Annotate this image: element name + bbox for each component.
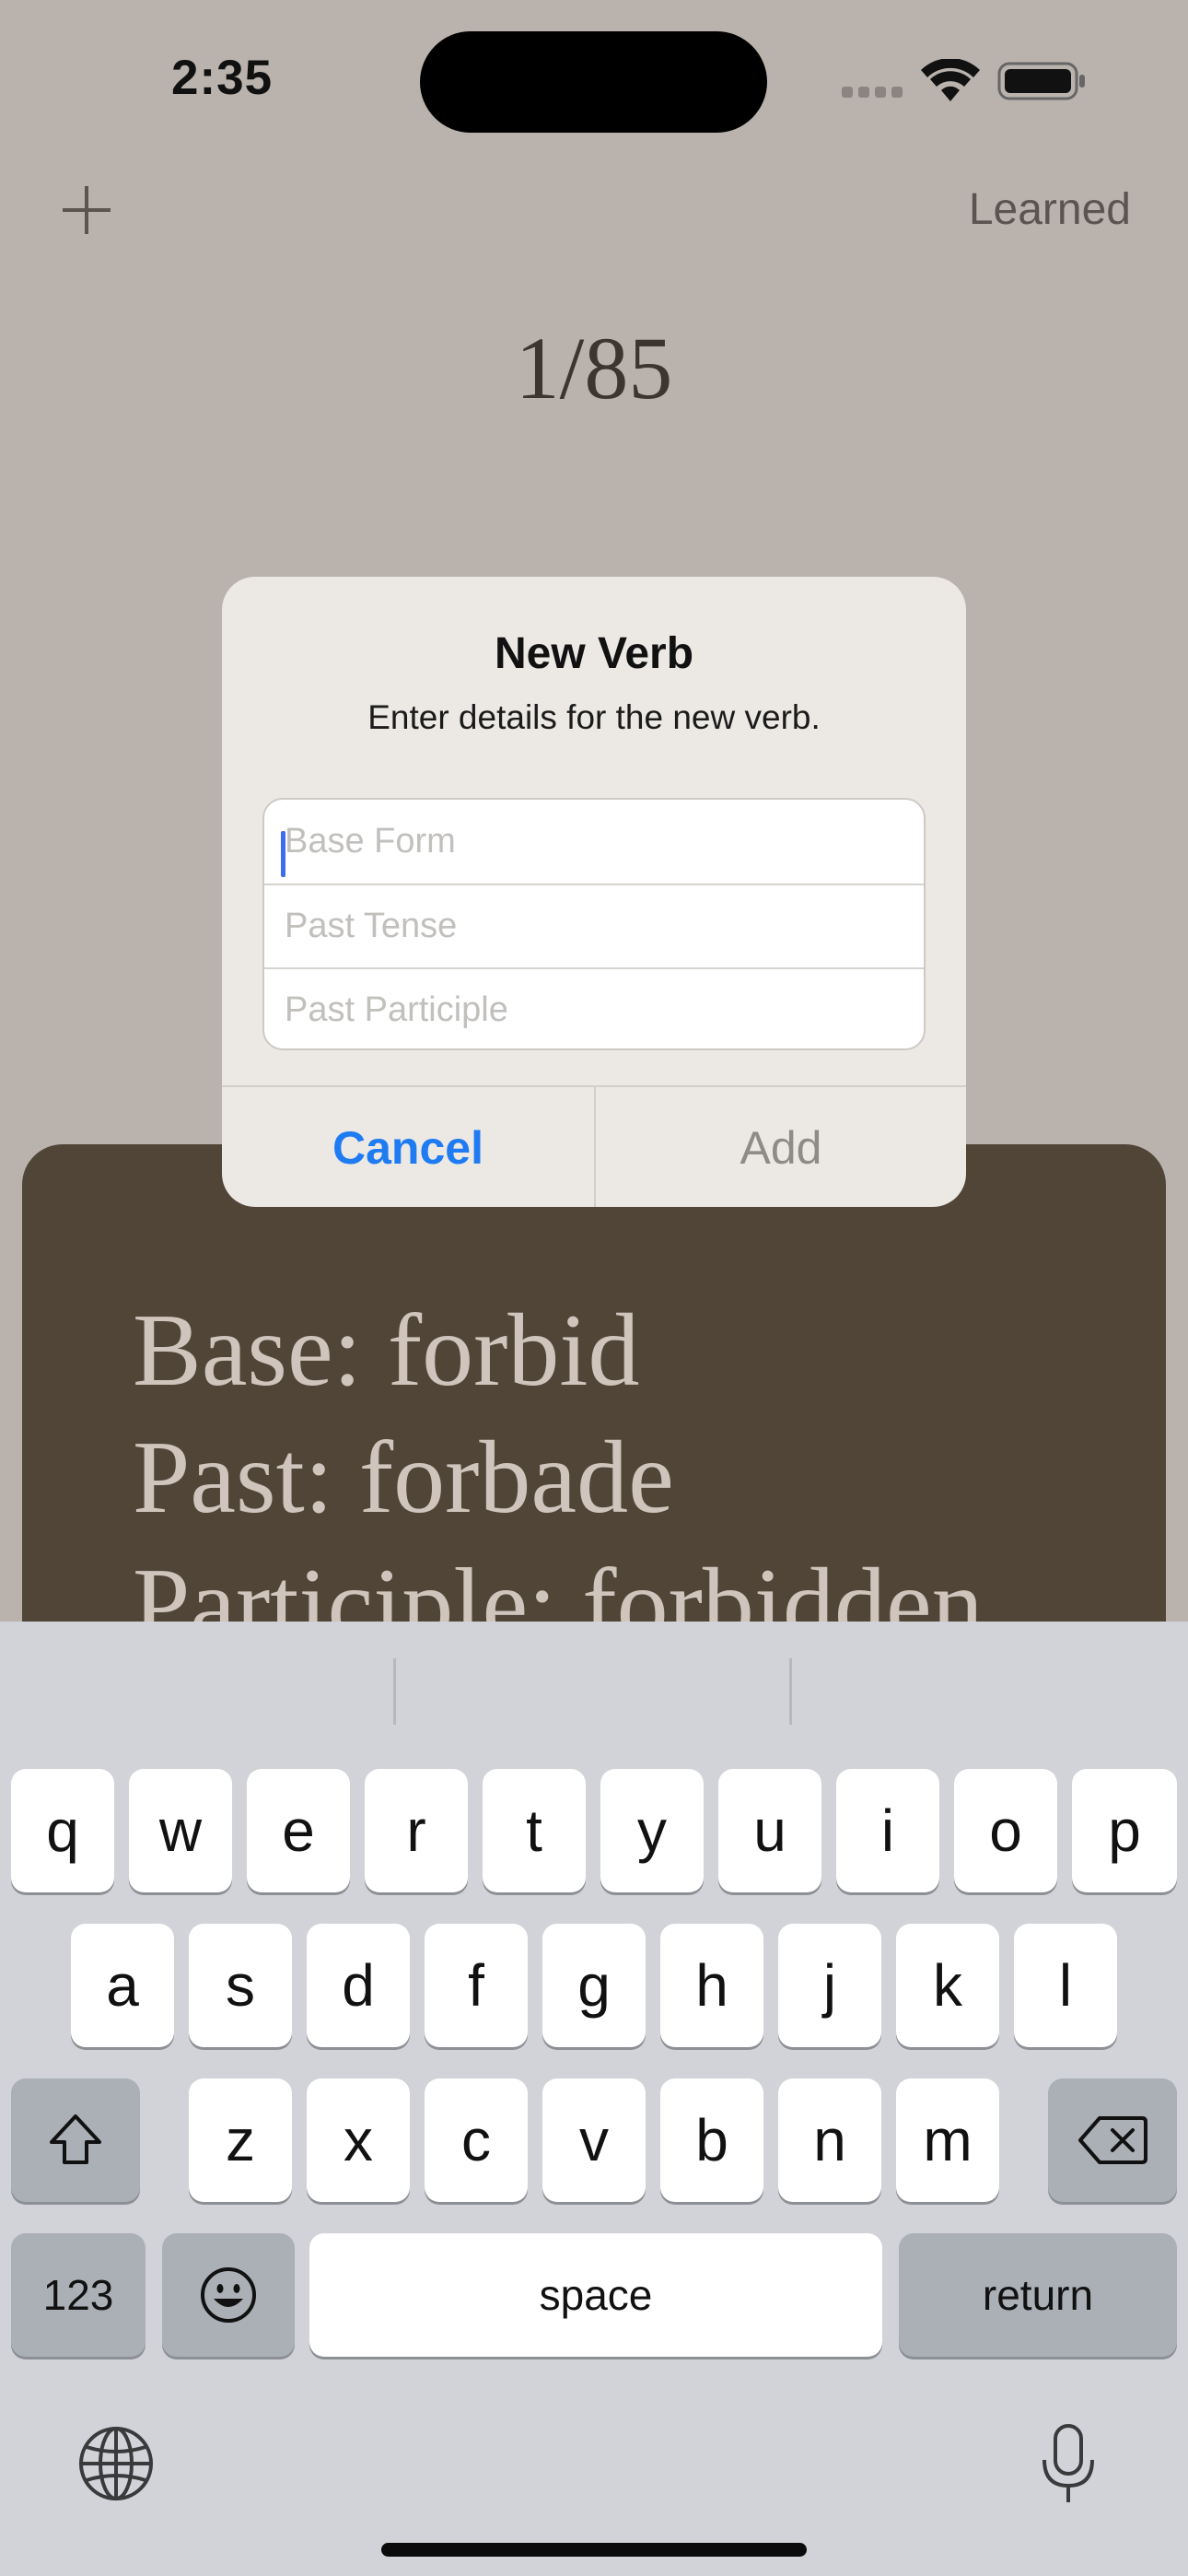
key-l[interactable]: l (1014, 1924, 1117, 2047)
base-form-field[interactable] (264, 800, 924, 884)
home-indicator (381, 2543, 807, 2557)
alert-field-group (262, 798, 926, 1050)
mic-icon[interactable] (1039, 2423, 1098, 2506)
wifi-icon (921, 59, 980, 101)
learned-button[interactable]: Learned (969, 184, 1131, 235)
card-base: Base: forbid (133, 1294, 640, 1408)
key-j[interactable]: j (778, 1924, 881, 2047)
key-n[interactable]: n (778, 2078, 881, 2202)
space-key[interactable]: space (309, 2233, 882, 2357)
key-g[interactable]: g (542, 1924, 646, 2047)
key-o[interactable]: o (954, 1769, 1057, 1892)
status-bar: 2:35 (0, 0, 1188, 147)
shift-key[interactable] (11, 2078, 140, 2202)
alert-actions: Cancel Add (222, 1085, 966, 1207)
key-i[interactable]: i (836, 1769, 939, 1892)
keyboard: q w e r t y u i o p a s d f g h j k l z … (0, 1622, 1188, 2576)
key-q[interactable]: q (11, 1769, 114, 1892)
delete-icon (1078, 2116, 1147, 2164)
key-z[interactable]: z (189, 2078, 292, 2202)
key-d[interactable]: d (307, 1924, 410, 2047)
status-time: 2:35 (171, 51, 274, 105)
shift-icon (50, 2114, 101, 2164)
key-h[interactable]: h (660, 1924, 763, 2047)
dynamic-island (420, 31, 767, 133)
past-tense-field[interactable] (264, 884, 924, 967)
new-verb-alert: New Verb Enter details for the new verb.… (222, 577, 966, 1207)
cancel-button[interactable]: Cancel (222, 1087, 594, 1207)
key-k[interactable]: k (896, 1924, 999, 2047)
add-verb-button[interactable] (61, 184, 112, 236)
emoji-icon (201, 2267, 256, 2323)
alert-title: New Verb (494, 629, 694, 678)
key-r[interactable]: r (365, 1769, 468, 1892)
battery-icon (997, 62, 1085, 100)
key-v[interactable]: v (542, 2078, 646, 2202)
key-e[interactable]: e (247, 1769, 350, 1892)
key-p[interactable]: p (1072, 1769, 1177, 1892)
alert-message: Enter details for the new verb. (367, 698, 821, 736)
key-s[interactable]: s (189, 1924, 292, 2047)
key-u[interactable]: u (718, 1769, 821, 1892)
cellular-signal-icon (842, 83, 906, 98)
return-key[interactable]: return (899, 2233, 1177, 2357)
text-cursor (281, 831, 285, 877)
key-b[interactable]: b (660, 2078, 763, 2202)
globe-icon[interactable] (77, 2425, 155, 2502)
emoji-key[interactable] (162, 2233, 295, 2357)
key-a[interactable]: a (71, 1924, 174, 2047)
key-m[interactable]: m (896, 2078, 999, 2202)
key-x[interactable]: x (307, 2078, 410, 2202)
past-participle-field[interactable] (264, 967, 924, 1048)
card-past: Past: forbade (133, 1421, 674, 1535)
numbers-key[interactable]: 123 (11, 2233, 146, 2357)
verb-counter: 1/85 (515, 319, 673, 417)
key-t[interactable]: t (483, 1769, 586, 1892)
delete-key[interactable] (1048, 2078, 1177, 2202)
key-f[interactable]: f (425, 1924, 528, 2047)
suggestion-divider (789, 1658, 792, 1725)
key-y[interactable]: y (600, 1769, 704, 1892)
suggestion-divider (393, 1658, 396, 1725)
key-c[interactable]: c (425, 2078, 528, 2202)
add-button[interactable]: Add (594, 1087, 966, 1207)
key-w[interactable]: w (129, 1769, 232, 1892)
